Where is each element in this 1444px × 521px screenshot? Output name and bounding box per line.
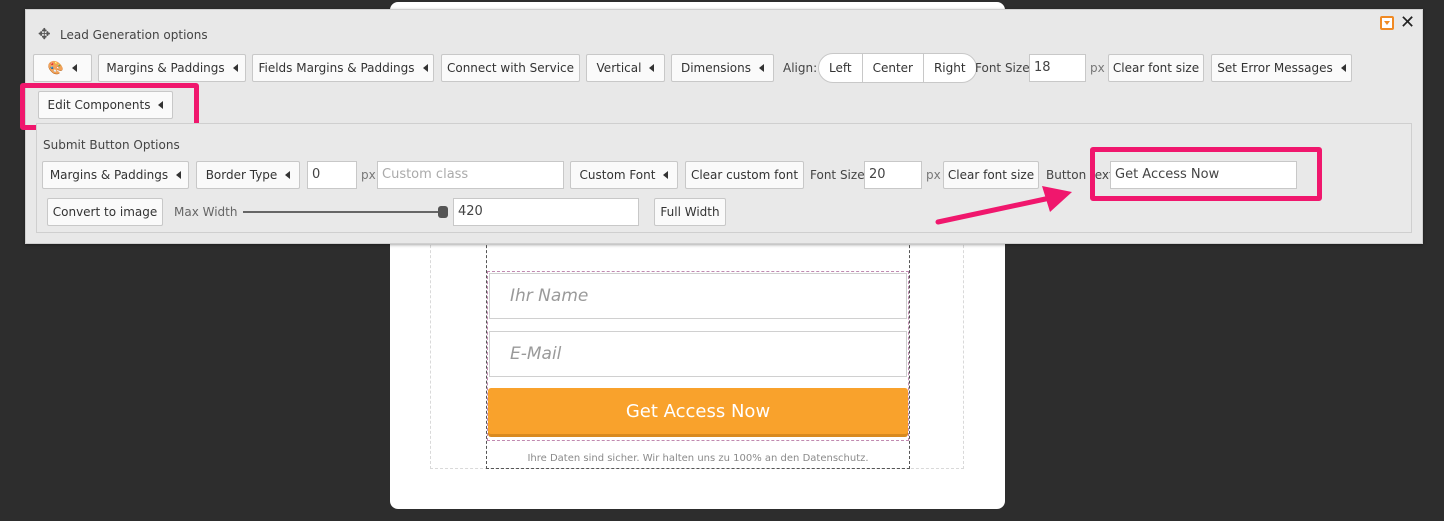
font-size-input[interactable]: 18 — [1029, 54, 1086, 82]
get-access-button[interactable]: Get Access Now — [488, 388, 908, 434]
max-width-input[interactable]: 420 — [453, 198, 639, 226]
minimize-icon[interactable] — [1380, 16, 1394, 30]
fields-margins-paddings-button[interactable]: Fields Margins & Paddings — [252, 54, 434, 82]
caret-left-icon — [759, 64, 765, 72]
custom-class-input[interactable]: Custom class — [377, 161, 564, 189]
submit-margins-paddings-label: Margins & Paddings — [49, 168, 169, 182]
annotation-arrow-icon — [935, 186, 1072, 225]
margins-paddings-button[interactable]: Margins & Paddings — [98, 54, 246, 82]
submit-options-title: Submit Button Options — [43, 138, 180, 152]
vertical-label: Vertical — [596, 61, 642, 75]
privacy-note: Ihre Daten sind sicher. Wir halten uns z… — [527, 453, 869, 464]
move-icon[interactable]: ✥ — [38, 25, 51, 43]
max-width-slider-thumb[interactable] — [438, 206, 448, 218]
custom-font-button[interactable]: Custom Font — [570, 161, 678, 189]
max-width-slider-track[interactable] — [243, 211, 443, 213]
border-type-label: Border Type — [205, 168, 278, 182]
px-label: px — [1090, 61, 1105, 75]
align-left-button[interactable]: Left — [819, 54, 863, 82]
caret-left-icon — [422, 64, 428, 72]
submit-margins-paddings-button[interactable]: Margins & Paddings — [42, 161, 189, 189]
max-width-label: Max Width — [174, 205, 238, 219]
fields-margins-paddings-label: Fields Margins & Paddings — [258, 61, 415, 75]
align-right-button[interactable]: Right — [924, 54, 976, 82]
button-text-highlight — [1090, 147, 1322, 201]
email-field[interactable]: E-Mail — [489, 331, 907, 377]
dimensions-button[interactable]: Dimensions — [671, 54, 774, 82]
align-center-button[interactable]: Center — [863, 54, 924, 82]
submit-font-size-input[interactable]: 20 — [864, 161, 922, 189]
style-palette-button[interactable]: 🎨 — [33, 54, 92, 82]
clear-font-size-button[interactable]: Clear font size — [1108, 54, 1204, 82]
full-width-button[interactable]: Full Width — [654, 198, 726, 226]
caret-left-icon — [72, 64, 78, 72]
set-error-messages-label: Set Error Messages — [1217, 61, 1333, 75]
connect-service-button[interactable]: Connect with Service — [441, 54, 580, 82]
custom-font-label: Custom Font — [579, 168, 656, 182]
vertical-button[interactable]: Vertical — [586, 54, 665, 82]
dimensions-label: Dimensions — [680, 61, 752, 75]
caret-left-icon — [1340, 64, 1346, 72]
submit-font-size-label: Font Size — [810, 168, 865, 182]
px-label: px — [361, 168, 376, 182]
convert-to-image-button[interactable]: Convert to image — [47, 198, 163, 226]
caret-left-icon — [663, 171, 669, 179]
caret-left-icon — [649, 64, 655, 72]
name-field[interactable]: Ihr Name — [489, 273, 907, 319]
caret-left-icon — [176, 171, 182, 179]
border-width-input[interactable]: 0 — [307, 161, 357, 189]
caret-left-icon — [285, 171, 291, 179]
palette-icon: 🎨 — [47, 60, 65, 76]
border-type-button[interactable]: Border Type — [196, 161, 300, 189]
close-icon[interactable]: ✕ — [1400, 12, 1415, 33]
font-size-label: Font Size — [975, 61, 1030, 75]
clear-custom-font-button[interactable]: Clear custom font — [685, 161, 804, 189]
align-group: Left Center Right — [818, 53, 977, 83]
align-label: Align: — [783, 61, 818, 75]
set-error-messages-button[interactable]: Set Error Messages — [1211, 54, 1352, 82]
panel-title: Lead Generation options — [60, 28, 208, 42]
caret-left-icon — [232, 64, 238, 72]
margins-paddings-label: Margins & Paddings — [106, 61, 225, 75]
